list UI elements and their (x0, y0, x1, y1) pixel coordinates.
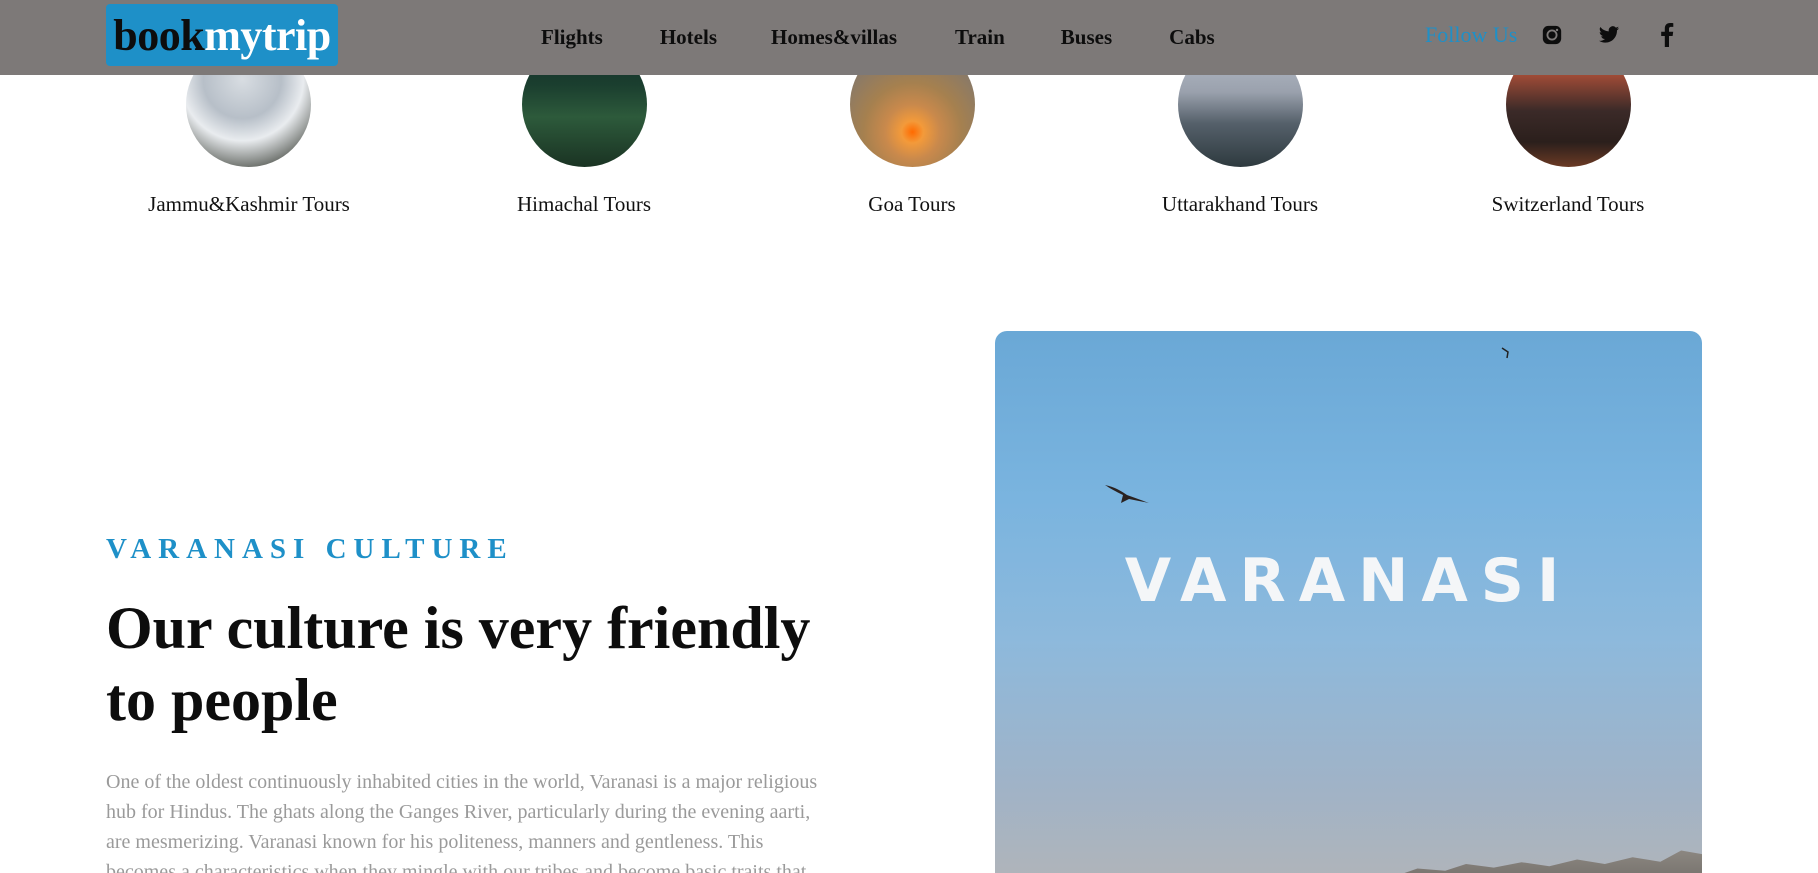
section-body: One of the oldest continuously inhabited… (106, 771, 818, 873)
section-headline: Our culture is very friendly to people (106, 595, 811, 733)
twitter-icon[interactable] (1596, 22, 1622, 48)
city-skyline (1355, 850, 1702, 873)
tour-label: Goa Tours (868, 192, 956, 216)
bird-icon (1105, 485, 1149, 503)
bird-icon (1501, 347, 1509, 359)
nav-train[interactable]: Train (955, 25, 1005, 50)
tour-label: Jammu&Kashmir Tours (148, 192, 350, 216)
main-nav: Flights Hotels Homes&villas Train Buses … (520, 0, 1215, 75)
top-navbar: book mytrip Flights Hotels Homes&villas T… (0, 0, 1818, 75)
instagram-icon[interactable] (1539, 22, 1565, 48)
follow-us-label: Follow Us (1425, 22, 1518, 47)
tour-label: Himachal Tours (516, 192, 652, 216)
section-eyebrow: VARANASI CULTURE (106, 533, 514, 565)
brand-logo[interactable]: book mytrip (106, 4, 338, 66)
brand-logo-part2: mytrip (204, 10, 331, 60)
nav-homes-villas[interactable]: Homes&villas (771, 25, 897, 50)
nav-flights[interactable]: Flights (541, 25, 603, 50)
nav-cabs[interactable]: Cabs (1169, 25, 1215, 50)
nav-hotels[interactable]: Hotels (660, 25, 717, 50)
hero-title: VARANASI (1124, 546, 1573, 616)
varanasi-hero-image: VARANASI (995, 331, 1702, 873)
brand-logo-part1: book (113, 10, 205, 60)
tour-label: Switzerland Tours (1491, 192, 1645, 216)
facebook-icon[interactable] (1654, 22, 1680, 48)
nav-buses[interactable]: Buses (1061, 25, 1112, 50)
tour-label: Uttarakhand Tours (1161, 192, 1319, 216)
